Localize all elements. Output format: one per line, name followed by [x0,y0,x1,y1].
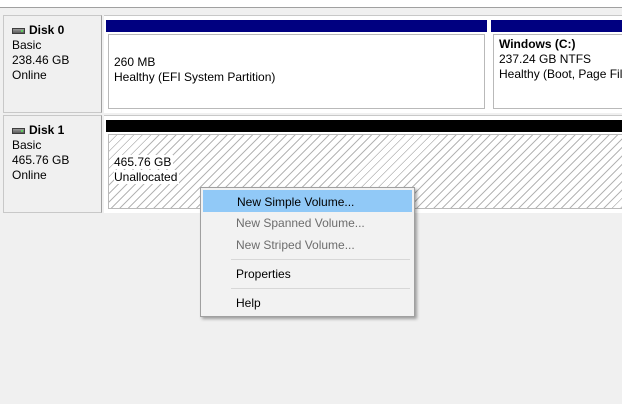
disk-status: Online [12,68,47,82]
context-menu: New Simple Volume... New Spanned Volume.… [200,187,415,317]
disk-label-0[interactable]: Disk 0 Basic 238.46 GB Online [3,15,102,113]
menu-separator [231,288,410,289]
disk-type: Basic [12,38,42,52]
disk-name: Disk 0 [29,23,65,37]
partition-status: Unallocated [114,170,180,184]
menu-properties[interactable]: Properties [203,263,412,285]
partition-size: 237.24 GB NTFS [499,52,592,66]
disk-name: Disk 1 [29,123,65,137]
menu-separator [231,259,410,260]
partition-status: Healthy (EFI System Partition) [114,70,276,84]
partition-size: 260 MB [114,55,156,69]
partition-windows-c[interactable]: Windows (C:) 237.24 GB NTFS Healthy (Boo… [489,16,622,113]
partition-size: 465.76 GB [114,155,174,169]
disk-size: 238.46 GB [12,53,70,67]
partition-status: Healthy (Boot, Page File [499,67,622,81]
disk-drive-icon [12,27,25,34]
disk-drive-icon [12,127,25,134]
disk-type: Basic [12,138,42,152]
top-scroll-strip [0,0,622,8]
partition-bar [106,120,622,132]
partition-bar [106,20,487,32]
disk-label-1[interactable]: Disk 1 Basic 465.76 GB Online [3,115,102,213]
menu-new-striped-volume[interactable]: New Striped Volume... [203,234,412,256]
menu-help[interactable]: Help [203,292,412,314]
partition-title: Windows (C:) [499,37,576,51]
partition-efi[interactable]: 260 MB Healthy (EFI System Partition) [104,16,489,113]
disk-0-partition-area: 260 MB Healthy (EFI System Partition) Wi… [104,15,622,113]
disk-size: 465.76 GB [12,153,70,167]
partition-bar [491,20,622,32]
disk-status: Online [12,168,47,182]
menu-new-spanned-volume[interactable]: New Spanned Volume... [203,212,412,234]
menu-new-simple-volume[interactable]: New Simple Volume... [203,190,412,212]
disk-row-0: Disk 0 Basic 238.46 GB Online 260 MB Hea… [0,15,622,113]
